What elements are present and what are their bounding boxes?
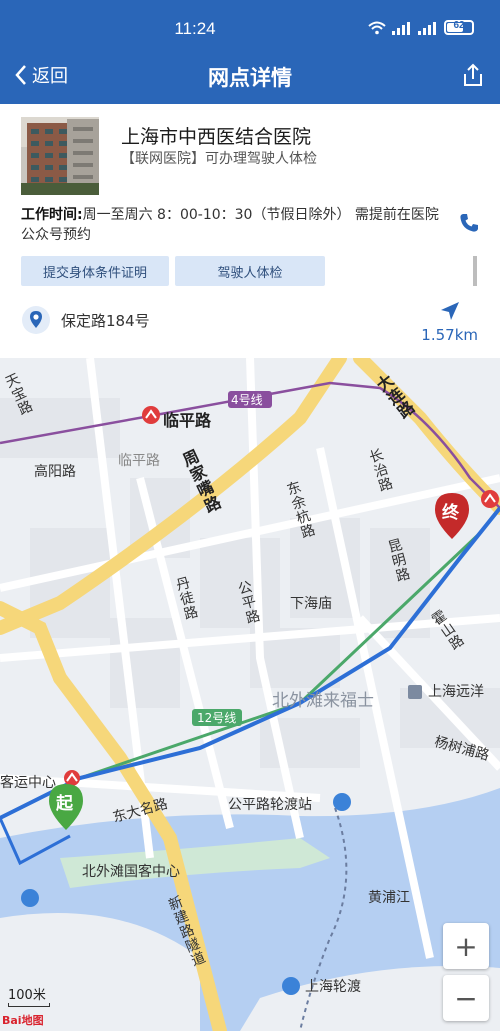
- line4-badge: 4号线: [231, 393, 263, 407]
- location-pin-icon: [22, 306, 50, 334]
- address-row: 保定路184号: [21, 305, 150, 335]
- service-tags: 提交身体条件证明 驾驶人体检: [21, 256, 325, 286]
- working-hours: 工作时间:周一至周六 8：00-10：30（节假日除外） 需提前在医院公众号预约: [21, 205, 449, 245]
- top-bar: 11:24 62 返回 网点详情: [0, 0, 500, 104]
- hospital-card: 上海市中西医结合医院 【联网医院】可办理驾驶人体检 工作时间:周一至周六 8：0…: [0, 104, 500, 358]
- status-time: 11:24: [174, 19, 216, 38]
- map-label-ferry-shanghai: 上海轮渡: [305, 979, 361, 995]
- map-label-linping-rd: 临平路: [118, 453, 160, 469]
- signal-icon: [392, 21, 410, 35]
- start-marker-label: 起: [56, 794, 73, 814]
- hospital-subtitle: 【联网医院】可办理驾驶人体检: [121, 151, 317, 167]
- tag-body-condition[interactable]: 提交身体条件证明: [21, 256, 169, 286]
- hours-text: 周一至周六 8：00-10：30（节假日除外） 需提前在医院公众号预约: [21, 207, 439, 243]
- share-button[interactable]: [460, 62, 486, 92]
- map-label-huangpu: 黄浦江: [368, 890, 410, 906]
- map-scale-label: 100米: [8, 988, 46, 1003]
- page-title: 网点详情: [208, 66, 292, 90]
- status-bar: 11:24 62: [0, 0, 500, 50]
- map-label-gaoyang: 高阳路: [34, 464, 76, 480]
- line12-badge: 12号线: [197, 711, 237, 725]
- map-label-ferry-gongping: 公平路轮渡站: [228, 797, 312, 813]
- battery-icon: 62: [444, 20, 474, 35]
- zoom-in-button[interactable]: +: [443, 923, 489, 969]
- signal-icon-2: [418, 21, 436, 35]
- hospital-name: 上海市中西医结合医院: [121, 126, 312, 148]
- baidu-logo: Bai地图: [2, 1014, 44, 1027]
- navigate-button[interactable]: 1.57km: [421, 300, 478, 344]
- tag-driver-exam[interactable]: 驾驶人体检: [175, 256, 325, 286]
- call-button[interactable]: [458, 212, 480, 238]
- end-marker-label: 终: [442, 503, 459, 523]
- map-label-bund-raffles: 北外滩来福士: [272, 691, 374, 711]
- map-scale-bar: [8, 1003, 50, 1007]
- metro-station-icon-3: [481, 490, 499, 508]
- map-label-linping-station: 临平路: [163, 411, 212, 430]
- distance-text: 1.57km: [421, 326, 478, 344]
- phone-icon: [460, 214, 478, 232]
- tags-scrollbar[interactable]: [473, 256, 477, 286]
- map-label-xiahaimiao: 下海庙: [290, 596, 332, 612]
- navigation-arrow-icon: [440, 302, 459, 320]
- map-label-cruise-center: 北外滩国客中心: [82, 864, 180, 880]
- address-text: 保定路184号: [61, 311, 150, 330]
- map-label-yuanyang: 上海远洋: [428, 684, 484, 700]
- share-icon: [464, 63, 482, 86]
- zoom-out-button[interactable]: −: [443, 975, 489, 1021]
- nav-bar: 返回 网点详情: [0, 50, 500, 104]
- status-icons: 62: [368, 20, 474, 35]
- hours-label: 工作时间:: [21, 207, 83, 223]
- map-view[interactable]: 4号线 12号线 临平路 临平路 大连路 周家嘴路 高阳路 东余杭路 长治路 昆…: [0, 358, 500, 1031]
- map-canvas: [0, 358, 500, 1031]
- hospital-photo: [21, 117, 99, 195]
- metro-station-icon: [142, 406, 160, 424]
- wifi-icon: [368, 21, 386, 34]
